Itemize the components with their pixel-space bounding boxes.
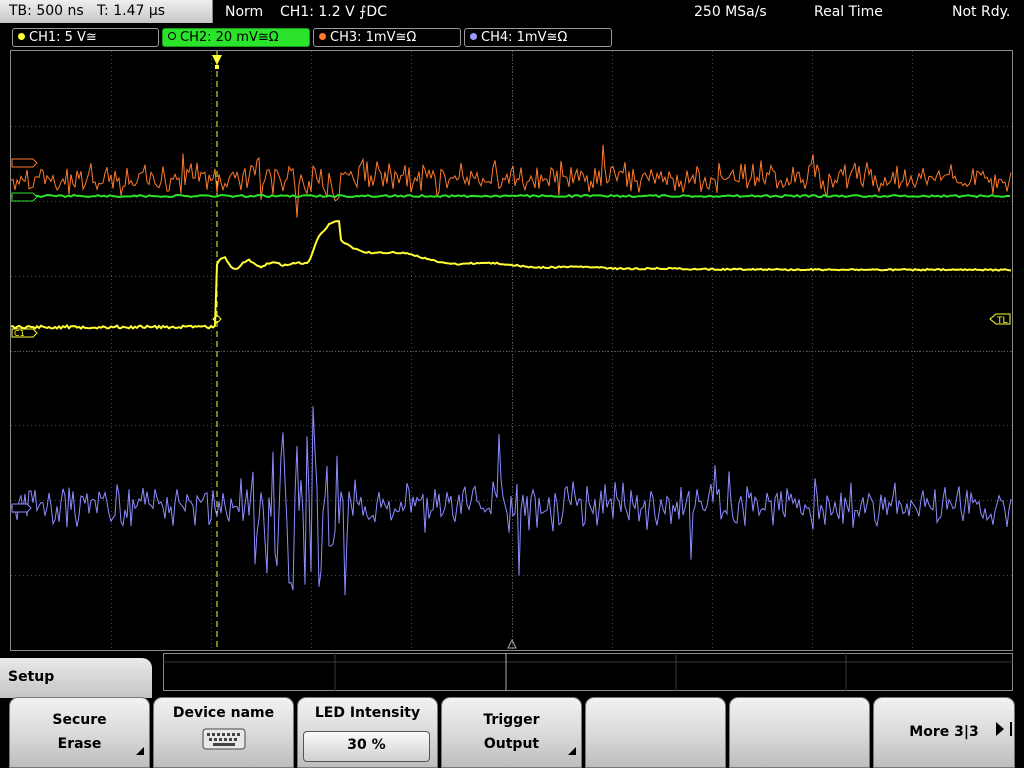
channel-1-button[interactable]: CH1: 5 V≅	[12, 28, 159, 47]
channel-1-offset-marker: C1	[11, 328, 38, 338]
channel-3-offset-marker	[11, 158, 38, 168]
channel-2-label: CH2: 20 mV≅Ω	[180, 30, 279, 45]
softkey-4-line1: Trigger	[483, 712, 540, 728]
channel-3-color-dot	[319, 33, 326, 40]
led-intensity-softkey[interactable]: LED Intensity 30 %	[297, 697, 438, 768]
menu-title-tab: Setup	[0, 658, 152, 698]
acquisition-mode: Real Time	[814, 4, 883, 20]
channel-1-waveform	[11, 220, 1012, 330]
trigger-setting[interactable]: CH1: 1.2 V ⨍DC	[280, 0, 387, 24]
status-bar: TB: 500 ns T: 1.47 µs Norm CH1: 1.2 V ⨍D…	[0, 0, 1024, 24]
waveform-display[interactable]: C1 TL	[10, 50, 1013, 651]
trigger-position-marker	[212, 55, 222, 65]
submenu-corner-icon	[568, 747, 576, 755]
graticule-grid	[11, 51, 1012, 650]
zoom-overview-strip	[163, 653, 1013, 691]
channel-1-color-dot	[18, 33, 25, 40]
timebase-value: TB: 500 ns	[9, 3, 84, 19]
device-name-softkey[interactable]: Device name	[153, 697, 294, 768]
next-page-icon	[996, 722, 1004, 736]
softkey-2-line1: Device name	[172, 705, 275, 721]
channel-2-button[interactable]: CH2: 20 mV≅Ω	[162, 28, 310, 47]
channel-4-waveform	[11, 406, 1012, 596]
trigger-mode[interactable]: Norm	[225, 0, 263, 24]
keyboard-icon	[202, 728, 246, 750]
channel-3-waveform	[11, 144, 1012, 218]
trigger-level-marker: TL	[989, 313, 1011, 326]
secure-erase-softkey[interactable]: Secure Erase	[9, 697, 150, 768]
channel-4-label: CH4: 1mV≅Ω	[481, 30, 568, 45]
timebase-box[interactable]: TB: 500 ns T: 1.47 µs	[0, 0, 213, 23]
more-softkey[interactable]: More 3|3	[873, 697, 1015, 768]
channel-2-offset-marker	[11, 192, 38, 202]
channel-3-label: CH3: 1mV≅Ω	[330, 30, 417, 45]
channel-3-button[interactable]: CH3: 1mV≅Ω	[313, 28, 461, 47]
trigger-output-softkey[interactable]: Trigger Output	[441, 697, 582, 768]
softkey-4-line2: Output	[483, 736, 540, 752]
trigger-position-stem	[215, 65, 219, 69]
trigger-time-value: T: 1.47 µs	[97, 3, 166, 19]
acquisition-status: Not Rdy.	[952, 4, 1011, 20]
sample-rate: 250 MSa/s	[694, 4, 767, 20]
menu-title: Setup	[8, 669, 55, 685]
channel-4-button[interactable]: CH4: 1mV≅Ω	[464, 28, 612, 47]
empty-softkey-5[interactable]	[585, 697, 726, 768]
softkey-1-line1: Secure	[52, 712, 107, 728]
submenu-corner-icon	[136, 747, 144, 755]
softkey-1-line2: Erase	[57, 736, 102, 752]
waveform-canvas: C1 TL	[11, 51, 1012, 650]
trigger-level-marker-text: TL	[996, 316, 1008, 326]
channel-1-marker-text: C1	[14, 329, 25, 338]
led-intensity-value: 30 %	[303, 731, 430, 762]
channel-4-color-dot	[470, 33, 477, 40]
softkey-3-line1: LED Intensity	[314, 705, 421, 721]
channel-4-offset-marker	[11, 503, 32, 513]
empty-softkey-6[interactable]	[729, 697, 870, 768]
more-softkey-label: More 3|3	[909, 724, 979, 740]
channel-2-waveform	[11, 193, 1011, 199]
channel-1-label: CH1: 5 V≅	[29, 30, 97, 45]
channel-2-color-dot	[168, 32, 176, 40]
more-bar-icon	[1010, 722, 1012, 736]
